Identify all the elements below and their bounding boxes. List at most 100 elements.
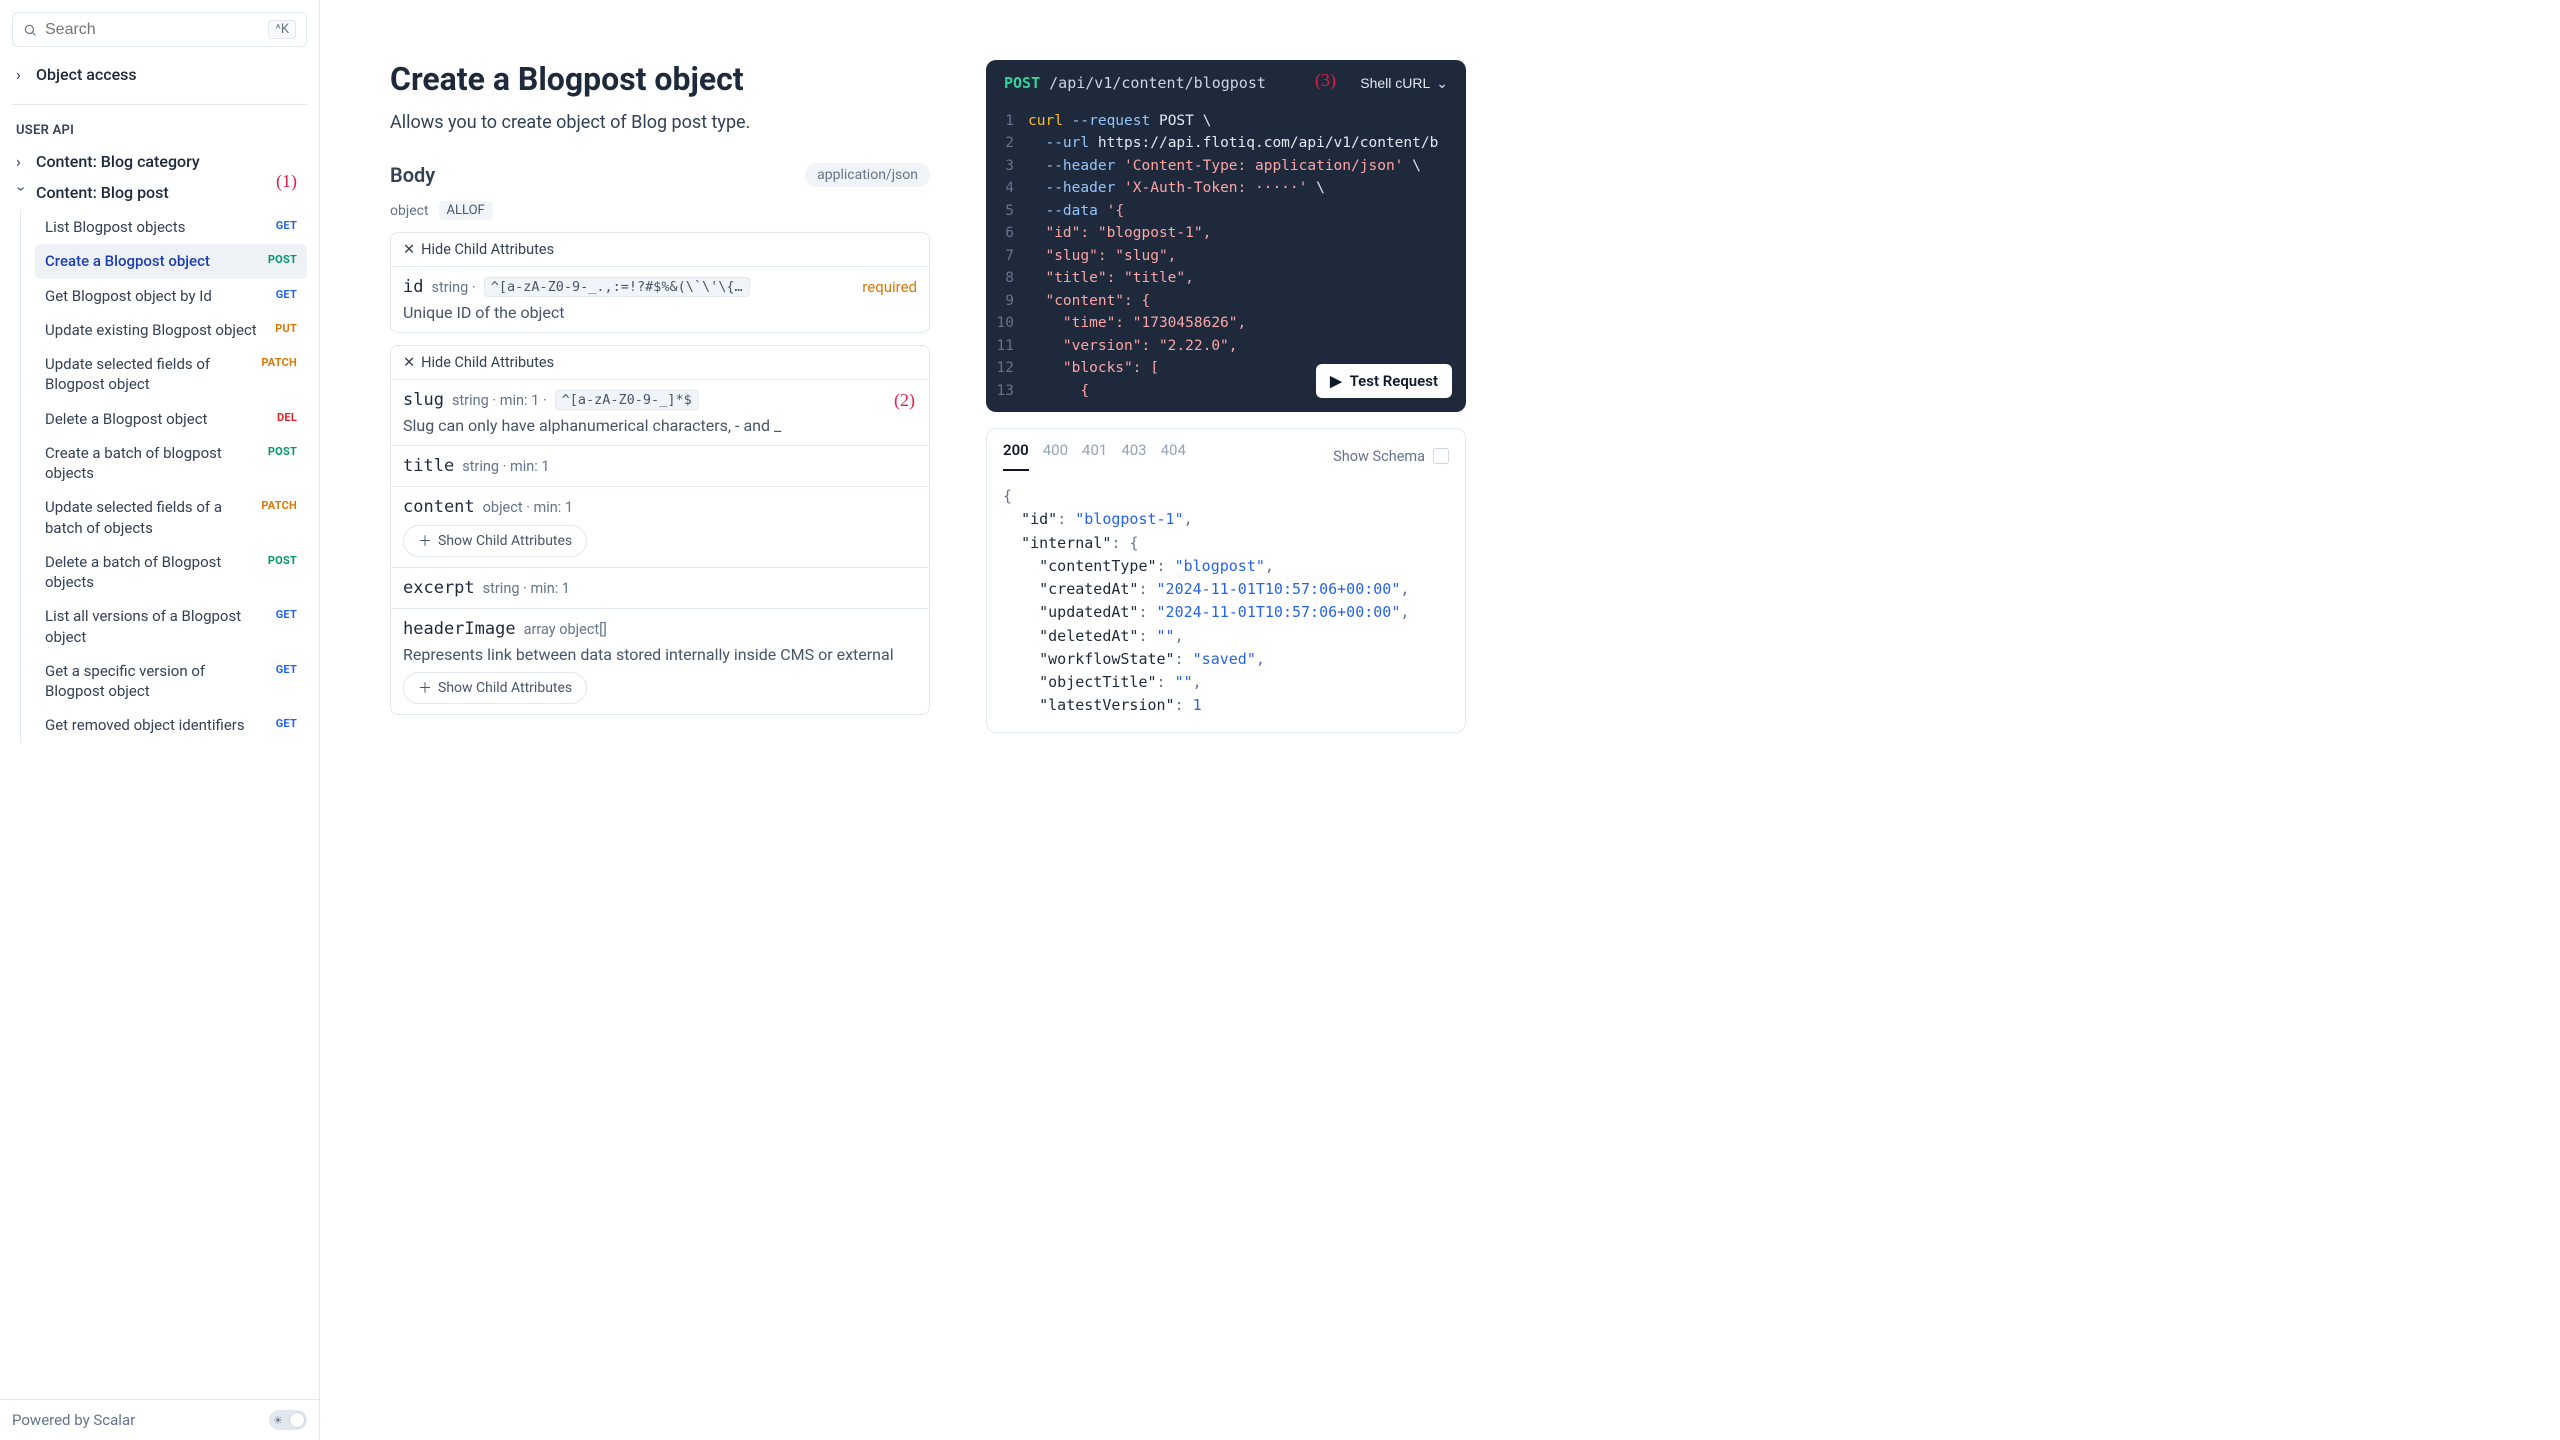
json-line: "latestVersion": 1 xyxy=(1003,694,1449,717)
show-schema-checkbox[interactable] xyxy=(1433,448,1449,464)
sidebar-item-label: Create a Blogpost object xyxy=(45,251,210,271)
shell-selector[interactable]: Shell cURL ⌄ xyxy=(1360,75,1448,92)
nav-label: Content: Blog category xyxy=(36,152,200,171)
field-content-type: object · min: 1 xyxy=(483,499,573,516)
field-slug-name: slug xyxy=(403,390,444,410)
field-excerpt-name: excerpt xyxy=(403,578,475,598)
sidebar-item[interactable]: Get a specific version of Blogpost objec… xyxy=(35,654,307,709)
nav-section-heading: USER API xyxy=(12,119,307,146)
method-badge: POST xyxy=(268,445,297,460)
field-content-name: content xyxy=(403,497,475,517)
show-schema-toggle[interactable]: Show Schema xyxy=(1333,448,1449,465)
response-tab-400[interactable]: 400 xyxy=(1043,441,1068,471)
method-badge: GET xyxy=(276,717,297,732)
request-code-panel: POST /api/v1/content/blogpost Shell cURL… xyxy=(986,60,1466,412)
play-icon: ▶ xyxy=(1330,372,1342,390)
page-title: Create a Blogpost object xyxy=(390,60,930,98)
sidebar-item[interactable]: Get Blogpost object by Id GET xyxy=(35,279,307,313)
sidebar-item[interactable]: List all versions of a Blogpost objectGE… xyxy=(35,599,307,654)
show-child-attributes-button[interactable]: ＋ Show Child Attributes xyxy=(403,672,587,704)
method-badge: POST xyxy=(268,253,297,268)
field-headerimage-name: headerImage xyxy=(403,619,516,639)
request-method: POST xyxy=(1004,74,1040,92)
json-line: "updatedAt": "2024-11-01T10:57:06+00:00"… xyxy=(1003,601,1449,624)
chevron-right-icon: › xyxy=(16,65,28,84)
test-request-button[interactable]: ▶ Test Request xyxy=(1316,364,1452,398)
plus-icon: ＋ xyxy=(418,678,432,698)
sidebar-item-label: Delete a batch of Blogpost objects xyxy=(45,552,260,593)
field-id-regex: ^[a-zA-Z0-9-_.,:=!?#$%&(\`\'\{… xyxy=(484,277,750,297)
show-child-attributes-button[interactable]: ＋ Show Child Attributes xyxy=(403,525,587,557)
code-line: 8 "title": "title", xyxy=(986,267,1466,289)
sidebar: ^K › Object access USER API › Content: B… xyxy=(0,0,320,1440)
attr-group-id: ✕ Hide Child Attributes id string · ^[a-… xyxy=(390,232,930,333)
sidebar-item-label: Get Blogpost object by Id xyxy=(45,286,212,306)
code-line: 9 "content": { xyxy=(986,290,1466,312)
sidebar-item-label: Update existing Blogpost object xyxy=(45,320,257,340)
method-badge: GET xyxy=(276,663,297,678)
chevron-down-icon: › xyxy=(13,187,32,199)
page-description: Allows you to create object of Blog post… xyxy=(390,112,930,133)
sidebar-item[interactable]: Update selected fields of a batch of obj… xyxy=(35,490,307,545)
response-panel: 200400401403404 Show Schema { "id": "blo… xyxy=(986,428,1466,733)
nav-object-access[interactable]: › Object access xyxy=(12,59,307,90)
field-title-type: string · min: 1 xyxy=(462,458,549,475)
sidebar-item[interactable]: Update existing Blogpost object PUT xyxy=(35,313,307,347)
json-line: "objectTitle": "", xyxy=(1003,671,1449,694)
json-line: "contentType": "blogpost", xyxy=(1003,555,1449,578)
field-id-type: string · xyxy=(431,279,475,296)
body-heading: Body xyxy=(390,163,435,187)
search-box[interactable]: ^K xyxy=(12,12,307,47)
nav-label: Content: Blog post xyxy=(36,183,169,202)
nav-blog-post[interactable]: › Content: Blog post xyxy=(12,177,307,208)
method-badge: GET xyxy=(276,288,297,303)
sidebar-item-label: Create a batch of blogpost objects xyxy=(45,443,260,484)
sidebar-item[interactable]: Create a Blogpost object POST xyxy=(35,244,307,278)
nav-blog-category[interactable]: › Content: Blog category xyxy=(12,146,307,177)
field-slug-type: string · min: 1 · xyxy=(452,392,547,409)
method-badge: GET xyxy=(276,608,297,623)
field-id-name: id xyxy=(403,277,423,297)
close-icon: ✕ xyxy=(403,241,415,258)
sidebar-item-label: Get a specific version of Blogpost objec… xyxy=(45,661,268,702)
hide-child-attributes-toggle[interactable]: ✕ Hide Child Attributes xyxy=(391,233,929,267)
hide-child-attributes-toggle[interactable]: ✕ Hide Child Attributes xyxy=(391,346,929,380)
content-type-pill: application/json xyxy=(805,163,930,187)
body-type: object xyxy=(390,203,429,219)
code-line: 2 --url https://api.flotiq.com/api/v1/co… xyxy=(986,132,1466,154)
response-tab-200[interactable]: 200 xyxy=(1003,441,1029,471)
response-tab-403[interactable]: 403 xyxy=(1121,441,1146,471)
response-tab-404[interactable]: 404 xyxy=(1161,441,1186,471)
code-line: 4 --header 'X-Auth-Token: ·····' \ xyxy=(986,177,1466,199)
method-badge: PUT xyxy=(275,322,297,337)
field-headerimage-desc: Represents link between data stored inte… xyxy=(403,645,917,664)
search-input[interactable] xyxy=(45,21,260,39)
search-icon xyxy=(23,23,37,37)
plus-icon: ＋ xyxy=(418,531,432,551)
sun-icon: ☀ xyxy=(273,1414,283,1427)
theme-toggle[interactable]: ☀ xyxy=(269,1410,307,1430)
field-headerimage-type: array object[] xyxy=(524,621,607,638)
code-line: 1curl --request POST \ xyxy=(986,110,1466,132)
method-badge: GET xyxy=(276,219,297,234)
request-path: /api/v1/content/blogpost xyxy=(1049,74,1266,92)
code-line: 7 "slug": "slug", xyxy=(986,245,1466,267)
sidebar-item[interactable]: Update selected fields of Blogpost objec… xyxy=(35,347,307,402)
sidebar-item[interactable]: Get removed object identifiers GET xyxy=(35,708,307,742)
search-shortcut: ^K xyxy=(268,20,296,39)
sidebar-item[interactable]: List Blogpost objectsGET xyxy=(35,210,307,244)
code-line: 5 --data '{ xyxy=(986,200,1466,222)
json-line: "internal": { xyxy=(1003,532,1449,555)
powered-by[interactable]: Powered by Scalar xyxy=(12,1411,135,1429)
code-line: 3 --header 'Content-Type: application/js… xyxy=(986,155,1466,177)
sidebar-item[interactable]: Delete a batch of Blogpost objectsPOST xyxy=(35,545,307,600)
field-slug-regex: ^[a-zA-Z0-9-_]*$ xyxy=(555,390,699,410)
sidebar-item[interactable]: Delete a Blogpost objectDEL xyxy=(35,402,307,436)
field-excerpt-type: string · min: 1 xyxy=(483,580,570,597)
code-line: 10 "time": "1730458626", xyxy=(986,312,1466,334)
response-tab-401[interactable]: 401 xyxy=(1082,441,1107,471)
sidebar-item-label: Get removed object identifiers xyxy=(45,715,245,735)
json-line: "deletedAt": "", xyxy=(1003,625,1449,648)
sidebar-item[interactable]: Create a batch of blogpost objects POST xyxy=(35,436,307,491)
json-line: "createdAt": "2024-11-01T10:57:06+00:00"… xyxy=(1003,578,1449,601)
